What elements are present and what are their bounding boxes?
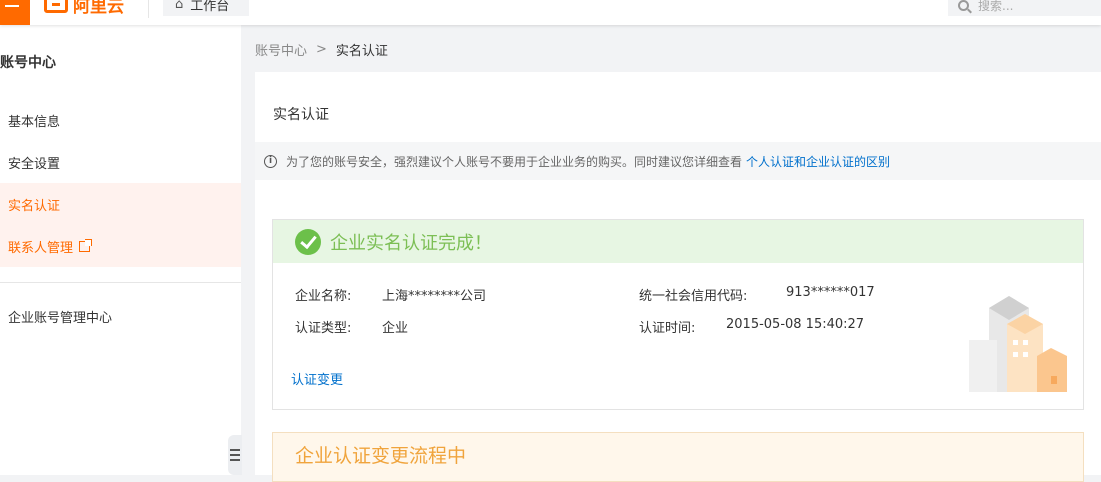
workbench-label: 工作台 xyxy=(190,0,230,14)
menu-icon xyxy=(5,5,19,7)
sidebar-item-contacts[interactable]: 联系人管理 xyxy=(0,225,241,267)
credit-code-value: 913******017 xyxy=(786,285,875,300)
check-circle-icon xyxy=(295,228,321,255)
page-title: 实名认证 xyxy=(273,107,329,123)
sidebar-item-label: 基本信息 xyxy=(8,114,61,130)
search-placeholder: 搜索... xyxy=(978,0,1014,13)
breadcrumb-current: 实名认证 xyxy=(335,44,388,59)
sidebar-title: 账号中心 xyxy=(0,55,56,71)
sidebar-divider xyxy=(0,282,241,283)
top-navigation-bar: 阿里云 ⌂ 工作台 搜索... xyxy=(0,0,1101,25)
sidebar-item-label: 联系人管理 xyxy=(8,240,74,256)
verification-status-header: 企业实名认证完成！ xyxy=(273,220,1083,263)
sidebar-collapse-button[interactable] xyxy=(228,435,242,475)
change-verification-link[interactable]: 认证变更 xyxy=(291,369,343,388)
sidebar-item-basic-info[interactable]: 基本信息 xyxy=(0,99,241,141)
sidebar-item-label: 实名认证 xyxy=(8,198,61,214)
verification-card: 企业实名认证完成！ 企业名称: 上海********公司 认证类型: 企业 统一… xyxy=(272,219,1084,410)
sidebar-item-real-name[interactable]: 实名认证 xyxy=(0,183,241,225)
sidebar-item-label: 安全设置 xyxy=(8,156,61,172)
header-divider xyxy=(148,0,149,18)
breadcrumb-root[interactable]: 账号中心 xyxy=(255,40,307,59)
notice-text: 为了您的账号安全，强烈建议个人账号不要用于企业业务的购买。同时建议您详细查看 xyxy=(286,154,743,169)
menu-toggle-button[interactable] xyxy=(0,0,30,25)
search-input[interactable]: 搜索... xyxy=(948,0,1101,16)
collapse-icon xyxy=(230,449,240,451)
collapse-icon-line xyxy=(230,454,240,456)
logo-text: 阿里云 xyxy=(73,0,124,17)
collapse-icon-line xyxy=(230,459,240,461)
info-icon: i xyxy=(264,154,277,168)
verification-status: 企业实名认证完成！ xyxy=(330,232,492,254)
sidebar: 账号中心 基本信息 安全设置 实名认证 联系人管理 企业账号管理中心 xyxy=(0,25,242,475)
sidebar-item-security[interactable]: 安全设置 xyxy=(0,141,241,183)
sidebar-item-label: 企业账号管理中心 xyxy=(8,310,113,326)
sidebar-item-enterprise-center[interactable]: 企业账号管理中心 xyxy=(0,295,241,337)
change-process-title: 企业认证变更流程中 xyxy=(295,445,467,467)
time-value: 2015-05-08 15:40:27 xyxy=(726,317,865,332)
notice-link[interactable]: 个人认证和企业认证的区别 xyxy=(746,153,890,170)
notice-bar: i 为了您的账号安全，强烈建议个人账号不要用于企业业务的购买。同时建议您详细查看… xyxy=(255,142,1101,180)
building-illustration xyxy=(969,296,1067,392)
logo-icon xyxy=(44,0,68,13)
aliyun-logo[interactable]: 阿里云 xyxy=(44,0,124,17)
breadcrumb-separator: > xyxy=(316,42,327,57)
company-name-value: 上海********公司 xyxy=(382,289,487,304)
credit-code-label: 统一社会信用代码: xyxy=(639,289,748,304)
company-name-label: 企业名称: xyxy=(295,289,352,304)
workbench-button[interactable]: ⌂ 工作台 xyxy=(163,0,249,16)
search-icon xyxy=(958,0,969,11)
time-label: 认证时间: xyxy=(639,321,696,336)
type-label: 认证类型: xyxy=(295,321,352,336)
external-link-icon xyxy=(79,238,93,252)
type-value: 企业 xyxy=(382,321,409,336)
breadcrumb: 账号中心 > 实名认证 xyxy=(255,40,388,59)
main-panel: 实名认证 i 为了您的账号安全，强烈建议个人账号不要用于企业业务的购买。同时建议… xyxy=(255,72,1101,482)
home-icon: ⌂ xyxy=(175,0,184,12)
